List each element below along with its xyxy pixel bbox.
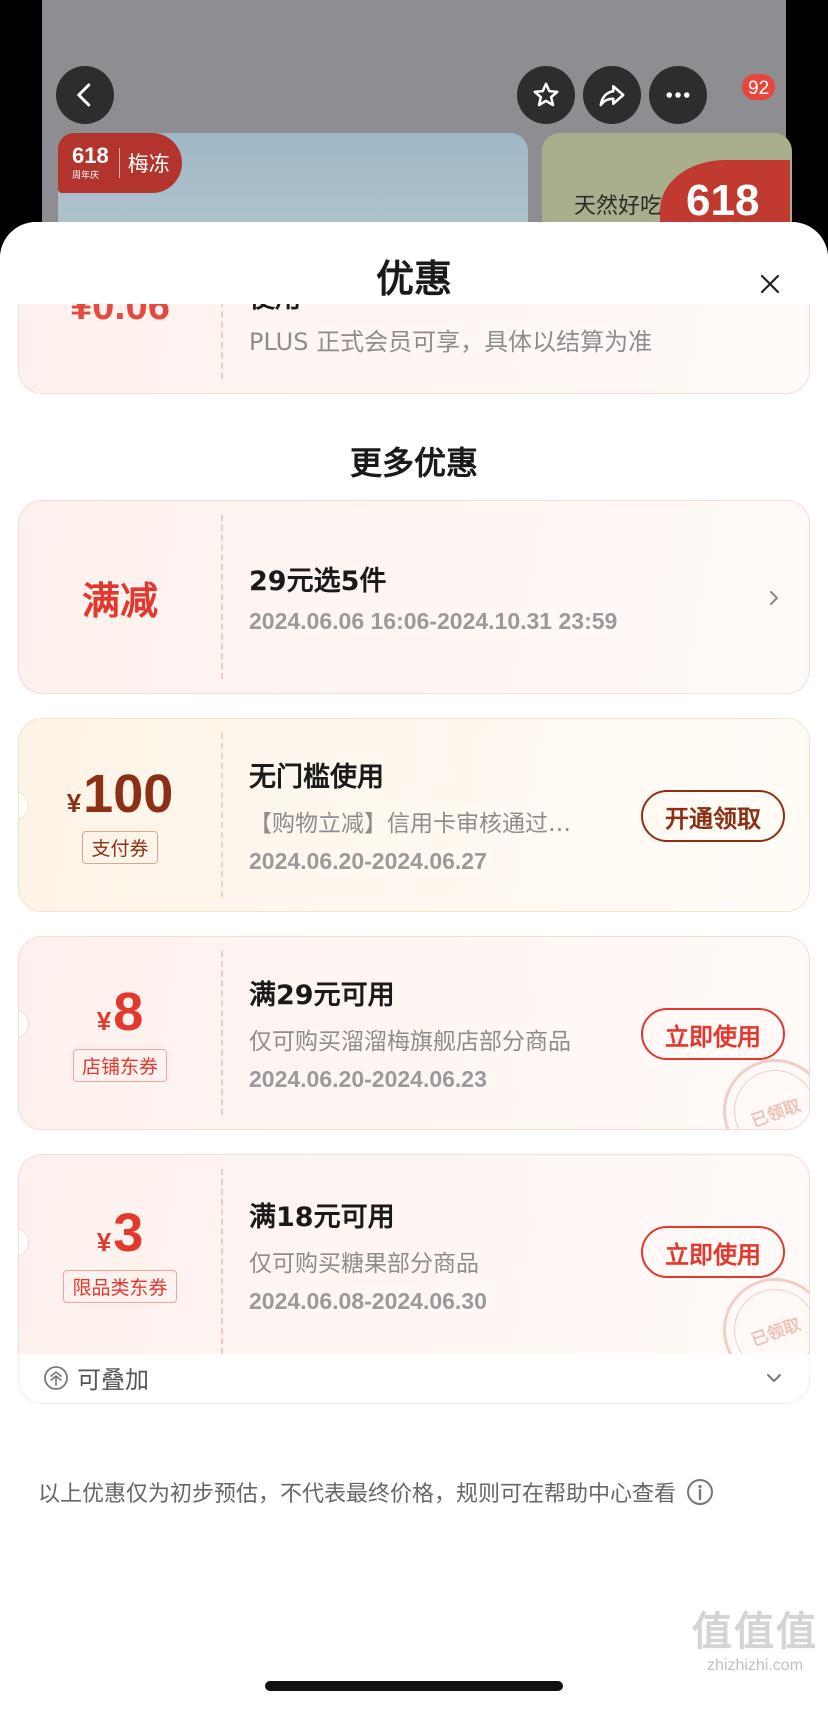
coupon-title: 满29元可用 (249, 980, 395, 1011)
use-now-button[interactable]: 立即使用 (641, 1008, 785, 1060)
plus-coupon-desc: PLUS 正式会员可享，具体以结算为准 (249, 328, 653, 356)
home-indicator[interactable] (265, 1681, 563, 1691)
coupon-amount: ¥8 (96, 981, 144, 1042)
anniversary-618-tag: 618 周年庆 梅冻 (58, 133, 182, 193)
close-button-overlay[interactable] (752, 266, 788, 302)
chevron-right-icon (770, 591, 778, 605)
watermark-main: 值值值 (692, 1610, 818, 1654)
tag-618-number: 618 (72, 143, 109, 168)
coupon-type-badge: 支付券 (82, 830, 158, 864)
close-icon (760, 274, 780, 294)
tag-brand: 梅冻 (118, 148, 170, 178)
use-now-button[interactable]: 立即使用 (641, 1226, 785, 1278)
coupon-desc: 仅可购买溜溜梅旗舰店部分商品 (249, 1029, 571, 1055)
stack-icon (44, 1365, 68, 1390)
stackable-label: 可叠加 (77, 1366, 149, 1394)
share-icon (599, 85, 625, 107)
site-watermark: 值值值 zhizhizhi.com (692, 1599, 818, 1675)
disclaimer: 以上优惠仅为初步预估，不代表最终价格，规则可在帮助中心查看 (38, 1476, 714, 1508)
coupon-desc: 仅可购买糖果部分商品 (249, 1250, 479, 1277)
more-dots-icon (666, 92, 690, 98)
watermark-url: zhizhizhi.com (706, 1657, 804, 1674)
sheet-title-overlay: 优惠 (375, 257, 452, 301)
more-offers-heading: 更多优惠 (349, 444, 478, 482)
info-icon[interactable] (686, 1478, 714, 1506)
store-coupon-card[interactable]: ¥8 店铺东券 满29元可用 仅可购买溜溜梅旗舰店部分商品 2024.06.20… (18, 936, 810, 1130)
coupon-amount: ¥100 (66, 763, 174, 824)
share-button[interactable] (583, 66, 641, 124)
coupon-title: 无门槛使用 (249, 762, 384, 793)
coupon-title: 满18元可用 (249, 1201, 395, 1233)
full-reduction-card[interactable]: 满减 29元选5件 2024.06.06 16:06-2024.10.31 23… (18, 500, 810, 694)
coupon-type-badge: 限品类东券 (63, 1270, 177, 1303)
tag-618-sub: 周年庆 (72, 170, 100, 180)
open-and-claim-button[interactable]: 开通领取 (641, 790, 785, 842)
disclaimer-text: 以上优惠仅为初步预估，不代表最终价格，规则可在帮助中心查看 (38, 1482, 677, 1507)
back-button[interactable] (56, 66, 114, 124)
coupon-period: 2024.06.20-2024.06.27 (249, 848, 487, 874)
category-coupon-card[interactable]: ¥3 限品类东券 满18元可用 仅可购买糖果部分商品 2024.06.08-20… (18, 1154, 810, 1354)
coupon-amount: ¥3 (96, 1203, 144, 1263)
star-icon (533, 82, 559, 107)
full-reduction-label: 满减 (81, 578, 158, 623)
chevron-down-icon (767, 1373, 781, 1382)
more-button[interactable] (649, 66, 707, 124)
thumbnail-caption: 天然好吃 (574, 194, 663, 219)
favorite-button[interactable] (517, 66, 575, 124)
coupon-period: 2024.06.20-2024.06.23 (249, 1066, 487, 1092)
chevron-left-icon (77, 83, 91, 107)
coupon-period: 2024.06.06 16:06-2024.10.31 23:59 (249, 608, 618, 634)
coupon-type-badge: 店铺东券 (72, 1048, 167, 1082)
stackable-row[interactable]: 可叠加 (18, 1352, 810, 1404)
payment-coupon-card[interactable]: ¥100 支付券 无门槛使用 【购物立减】信用卡审核通过后可用 2024.06.… (18, 718, 810, 912)
discount-sheet: 优惠 ¥0.06 使用 PLUS 正式会员可享，具体以结算为准 优惠 更多优惠 … (0, 222, 828, 1711)
notification-badge: 92 (740, 72, 778, 102)
coupon-period: 2024.06.08-2024.06.30 (249, 1287, 487, 1314)
coupon-title: 29元选5件 (249, 566, 387, 597)
coupon-desc: 【购物立减】信用卡审核通过后可用 (249, 811, 589, 837)
